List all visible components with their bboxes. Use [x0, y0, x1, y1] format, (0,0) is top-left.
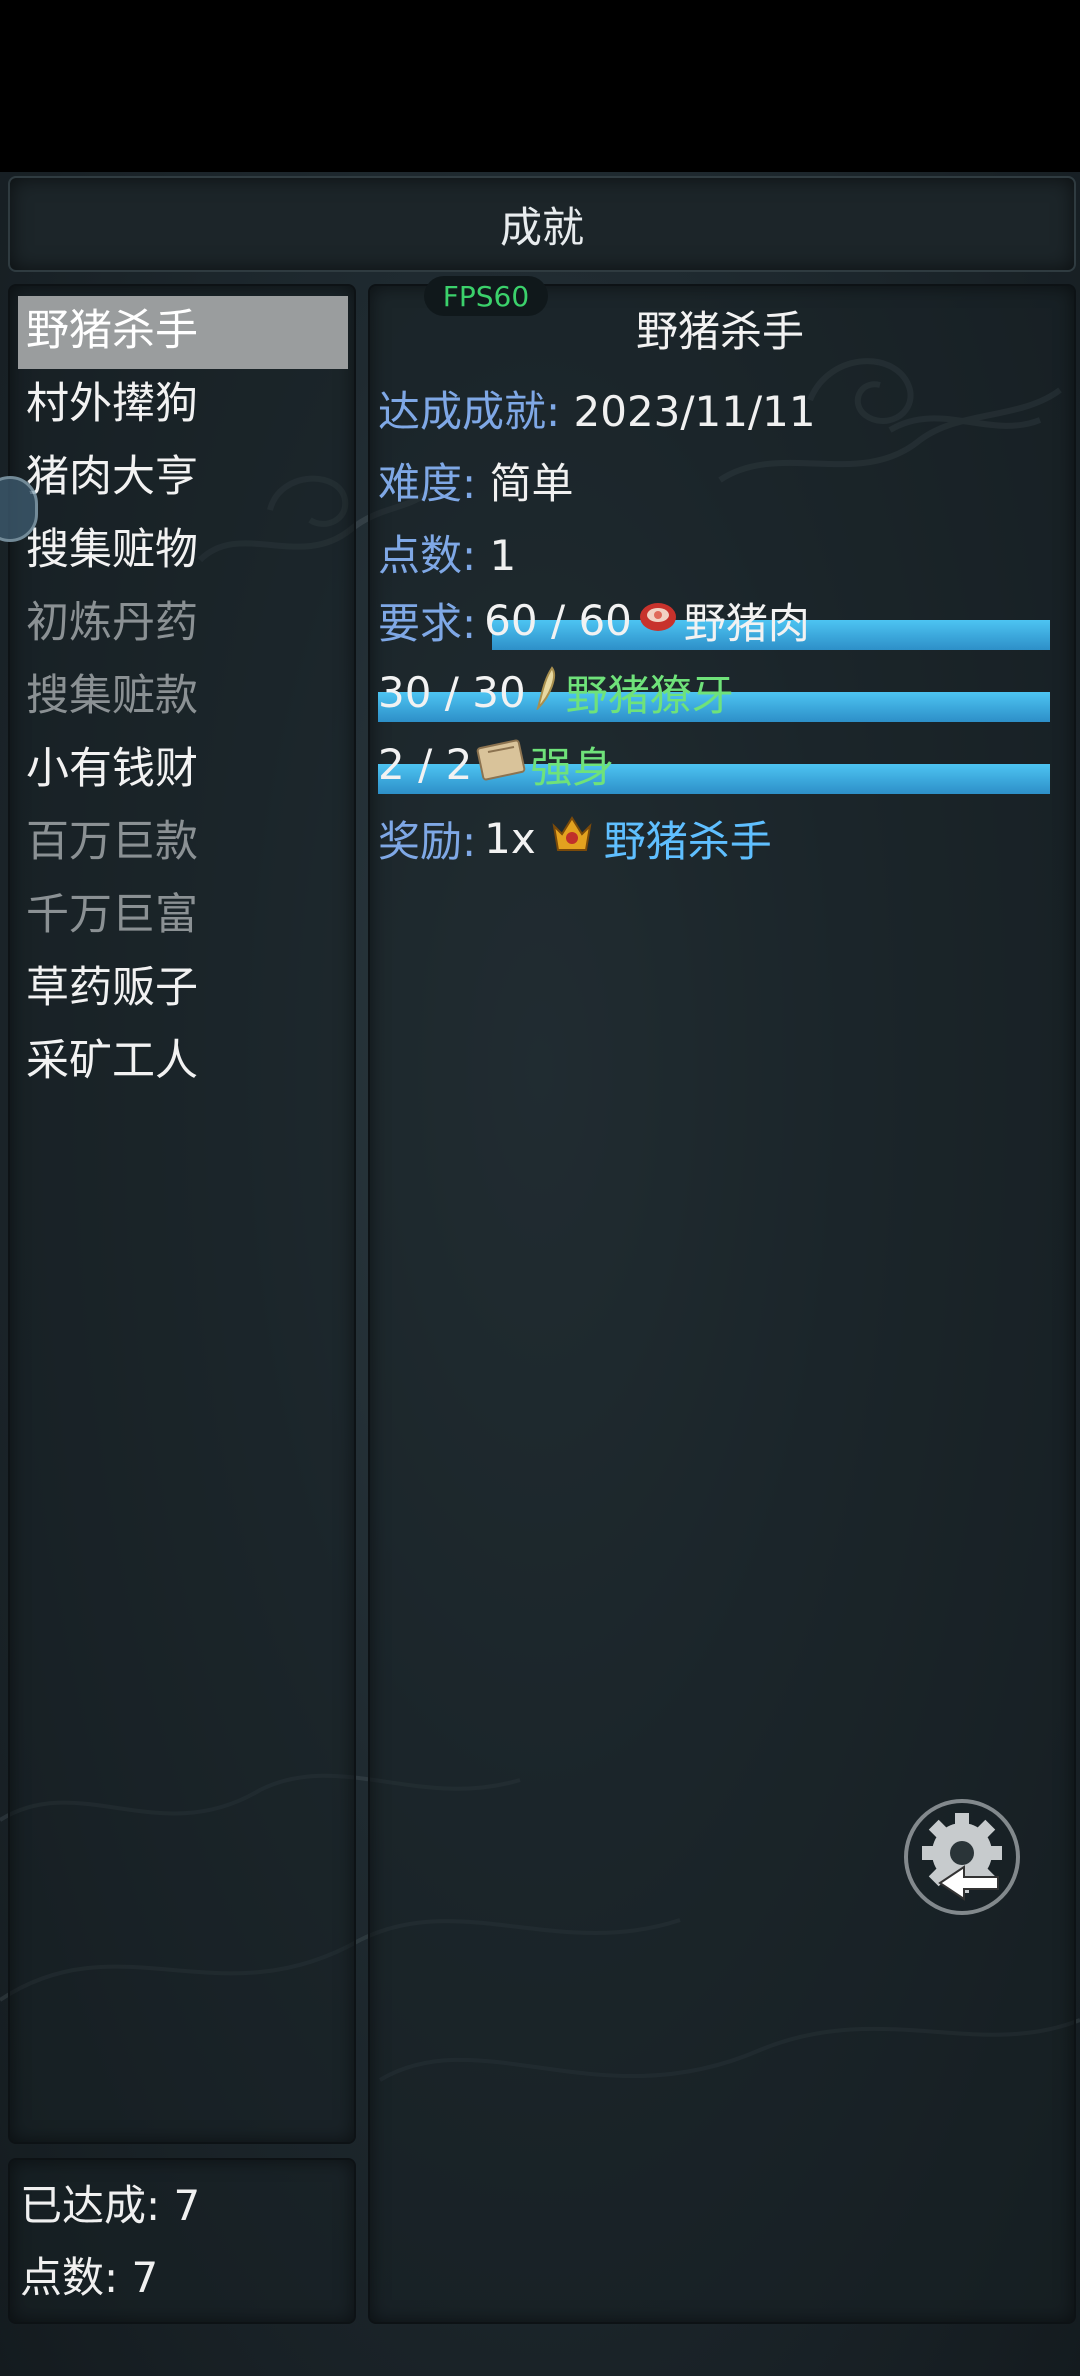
detail-title: 野猪杀手 [635, 307, 804, 356]
status-area [0, 0, 1080, 172]
points-label: 点数: [378, 531, 477, 580]
list-item[interactable]: 野猪杀手 [18, 296, 348, 369]
points-total: 点数: 7 [20, 2253, 159, 2302]
list-item[interactable]: 搜集赃款 [18, 661, 348, 734]
list-item[interactable]: 草药贩子 [18, 953, 348, 1026]
requirement-item: 野猪肉 [683, 599, 810, 648]
summary-panel: 已达成: 7 点数: 7 [8, 2158, 356, 2324]
achieved-date-label: 达成成就: [378, 387, 561, 436]
book-icon [474, 738, 528, 792]
requirement-row: 2 / 2 强身 [378, 734, 614, 795]
meat-icon [638, 596, 678, 645]
achievement-list-panel: 野猪杀手 村外撵狗 猪肉大亨 搜集赃物 初炼丹药 搜集赃款 小有钱财 百万巨款 … [8, 284, 356, 2144]
difficulty-value: 简单 [489, 459, 574, 508]
list-item[interactable]: 猪肉大亨 [18, 442, 348, 515]
list-item[interactable]: 初炼丹药 [18, 588, 348, 661]
requirement-progress: 60 / 60 [484, 596, 632, 645]
requirement-item: 强身 [530, 743, 615, 792]
list-item[interactable]: 搜集赃物 [18, 515, 348, 588]
achieved-count: 已达成: 7 [20, 2181, 201, 2230]
settings-back-icon [904, 1799, 1020, 1915]
reward-label: 奖励: [378, 817, 477, 866]
requirement-row: 要求: 60 / 60 野猪肉 [378, 590, 810, 651]
list-item[interactable]: 百万巨款 [18, 807, 348, 880]
achieved-date-value: 2023/11/11 [573, 387, 816, 436]
tusk-icon [532, 665, 560, 720]
achieved-date-row: 达成成就: 2023/11/11 [378, 378, 816, 439]
list-item[interactable]: 采矿工人 [18, 1026, 348, 1099]
list-item[interactable]: 村外撵狗 [18, 369, 348, 442]
reward-item: 野猪杀手 [603, 817, 772, 866]
points-value: 1 [489, 531, 517, 580]
difficulty-row: 难度: 简单 [378, 450, 574, 511]
page-title: 成就 [8, 176, 1076, 272]
settings-back-button[interactable] [900, 1795, 1024, 1919]
difficulty-label: 难度: [378, 459, 477, 508]
list-item[interactable]: 千万巨富 [18, 880, 348, 953]
reward-row: 奖励: 1x 野猪杀手 [378, 808, 772, 869]
reward-count: 1x [484, 814, 536, 863]
list-item[interactable]: 小有钱财 [18, 734, 348, 807]
crown-badge-icon [548, 812, 596, 866]
requirement-row: 30 / 30 野猪獠牙 [378, 662, 734, 723]
requirement-progress: 30 / 30 [378, 668, 526, 717]
requirements-label: 要求: [378, 599, 477, 648]
requirement-item: 野猪獠牙 [565, 671, 734, 720]
achievement-list: 野猪杀手 村外撵狗 猪肉大亨 搜集赃物 初炼丹药 搜集赃款 小有钱财 百万巨款 … [18, 296, 348, 1099]
points-row: 点数: 1 [378, 522, 516, 583]
requirement-progress: 2 / 2 [378, 740, 473, 789]
